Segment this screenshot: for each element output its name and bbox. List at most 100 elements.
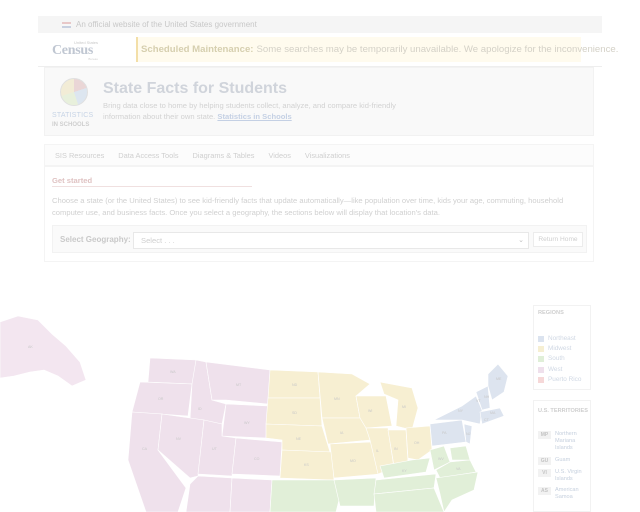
regions-legend: REGIONS Northeast Midwest South West Pue… xyxy=(533,305,591,390)
sis-logo-stats: STATISTICS xyxy=(52,112,94,119)
state-label: IA xyxy=(340,431,344,435)
state-de-md[interactable] xyxy=(449,445,471,461)
get-started-text: Choose a state (or the United States) to… xyxy=(52,196,564,217)
region-swatch xyxy=(538,376,544,383)
get-started-divider xyxy=(52,186,252,187)
region-label: West xyxy=(548,366,563,373)
us-flag-icon xyxy=(62,21,71,28)
state-label: MO xyxy=(350,459,356,463)
resources-nav: SIS Resources Data Access Tools Diagrams… xyxy=(44,144,594,166)
state-label: CA xyxy=(142,447,148,451)
state-label: VT xyxy=(476,399,481,403)
state-label: UT xyxy=(212,447,218,451)
territory-name: Northern Mariana Islands xyxy=(555,431,577,451)
page-title: State Facts for Students xyxy=(103,80,288,97)
state-label: MT xyxy=(236,383,242,387)
nav-item-videos[interactable]: Videos xyxy=(268,151,290,160)
state-label: WY xyxy=(244,421,250,425)
region-swatch xyxy=(538,345,544,352)
state-label: CT xyxy=(484,418,490,422)
territory-item[interactable]: AS American Samoa xyxy=(538,487,592,501)
state-ok-tx[interactable] xyxy=(269,479,341,512)
territory-item[interactable]: GU Guam xyxy=(538,457,592,465)
nav-item-visualizations[interactable]: Visualizations xyxy=(305,151,350,160)
region-northeast[interactable]: Northeast xyxy=(538,335,576,342)
territories-legend: U.S. TERRITORIES MP Northern Mariana Isl… xyxy=(533,400,591,512)
region-label: Northeast xyxy=(548,335,576,342)
state-label: WA xyxy=(170,370,176,374)
state-label: WV xyxy=(438,457,444,461)
regions-title: REGIONS xyxy=(538,310,564,316)
state-label: NJ xyxy=(466,432,471,436)
state-label: NY xyxy=(458,409,464,413)
region-label: Midwest xyxy=(548,345,572,352)
state-me[interactable] xyxy=(487,363,509,401)
state-label: CO xyxy=(254,457,260,461)
region-south[interactable]: South xyxy=(538,355,565,362)
state-pa[interactable] xyxy=(429,419,467,447)
territory-name: U.S. Virgin Islands xyxy=(555,469,582,482)
get-started-title: Get started xyxy=(52,176,93,185)
return-home-button[interactable]: Return Home xyxy=(533,232,583,247)
hero-description: Bring data close to home by helping stud… xyxy=(103,101,433,122)
state-label: NH xyxy=(484,395,490,399)
nav-item-data-access-tools[interactable]: Data Access Tools xyxy=(118,151,178,160)
state-label: ND xyxy=(292,383,298,387)
state-label: PA xyxy=(442,431,447,435)
region-midwest[interactable]: Midwest xyxy=(538,345,571,352)
state-az[interactable] xyxy=(185,475,233,512)
region-swatch xyxy=(538,366,544,373)
territory-item[interactable]: MP Northern Mariana Islands xyxy=(538,431,592,452)
territory-code: MP xyxy=(538,431,551,439)
us-states-map[interactable]: AK WA OR ID MT WY ND SD MN WI MI IA NE I… xyxy=(0,300,530,512)
region-west[interactable]: West xyxy=(538,366,562,373)
region-swatch xyxy=(538,335,544,342)
state-ar[interactable] xyxy=(333,477,377,507)
get-started-section: Get started Choose a state (or the Unite… xyxy=(44,166,594,262)
geography-selector: Select Geography: Select . . . ⌄ Return … xyxy=(52,225,587,253)
state-nc-sc[interactable] xyxy=(435,471,479,512)
state-label: WI xyxy=(368,409,372,413)
chevron-down-icon: ⌄ xyxy=(518,237,524,244)
nav-item-diagrams-tables[interactable]: Diagrams & Tables xyxy=(193,151,255,160)
statistics-in-schools-link[interactable]: Statistics in Schools xyxy=(217,112,291,121)
state-label: ME xyxy=(496,377,502,381)
census-logo-word: Census xyxy=(52,43,93,58)
state-label: MN xyxy=(334,397,340,401)
state-label: NE xyxy=(296,437,302,441)
territory-code: VI xyxy=(538,469,551,477)
territory-item[interactable]: VI U.S. Virgin Islands xyxy=(538,469,592,483)
maintenance-label: Scheduled Maintenance: xyxy=(141,44,254,55)
geography-select[interactable]: Select . . . ⌄ xyxy=(133,232,529,249)
state-label: IN xyxy=(394,447,398,451)
gov-banner: An official website of the United States… xyxy=(38,16,602,33)
state-label: NV xyxy=(176,437,182,441)
gov-banner-text: An official website of the United States… xyxy=(76,20,257,29)
territory-name: Guam xyxy=(555,457,571,463)
region-swatch xyxy=(538,355,544,362)
region-label: South xyxy=(548,355,565,362)
state-label: MA xyxy=(490,411,496,415)
geography-label: Select Geography: xyxy=(60,235,131,244)
state-label: ID xyxy=(198,407,202,411)
state-label: KY xyxy=(402,469,407,473)
state-label: IL xyxy=(376,449,379,453)
hero-banner: STATISTICS IN SCHOOLS State Facts for St… xyxy=(44,67,594,136)
state-label: AK xyxy=(28,345,33,349)
state-label: OR xyxy=(158,397,164,401)
maintenance-alert: Scheduled Maintenance: Some searches may… xyxy=(136,37,618,62)
globe-icon xyxy=(60,78,88,106)
state-label: MI xyxy=(402,405,406,409)
territories-title: U.S. TERRITORIES xyxy=(538,408,588,414)
site-header: United States Census Bureau Scheduled Ma… xyxy=(38,33,618,67)
nav-item-sis-resources[interactable]: SIS Resources xyxy=(55,151,104,160)
state-label: VA xyxy=(456,467,461,471)
sis-logo[interactable]: STATISTICS IN SCHOOLS xyxy=(52,76,97,132)
state-nm[interactable] xyxy=(229,477,273,512)
state-ak[interactable] xyxy=(0,315,87,387)
census-logo[interactable]: United States Census Bureau xyxy=(52,40,98,62)
maintenance-text: Some searches may be temporarily unavail… xyxy=(256,44,619,55)
state-label: SD xyxy=(292,411,297,415)
territory-code: AS xyxy=(538,487,551,495)
region-puerto-rico[interactable]: Puerto Rico xyxy=(538,376,581,383)
